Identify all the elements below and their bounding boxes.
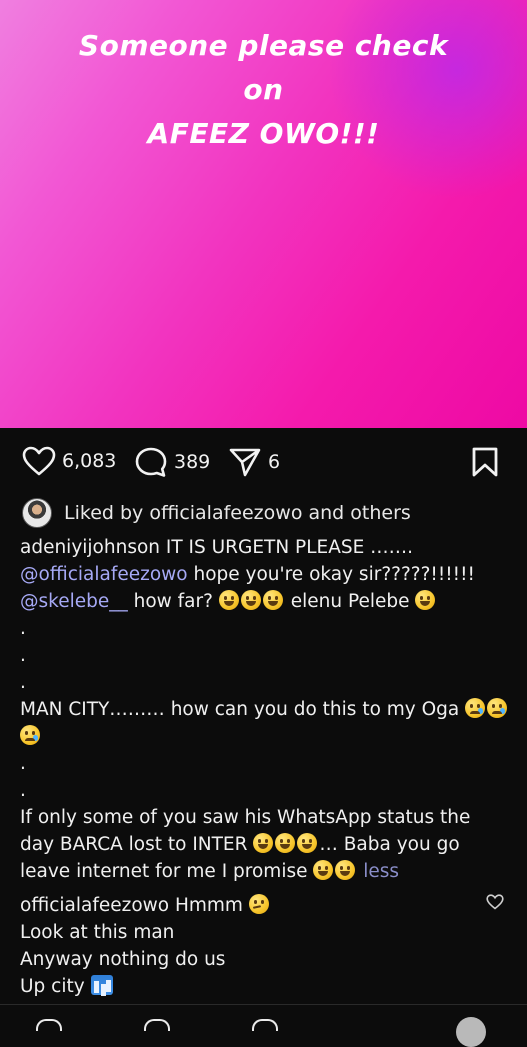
caption-line: day BARCA lost to INTER … Baba you go — [20, 831, 510, 858]
share-icon — [229, 448, 261, 477]
like-button[interactable]: 6,083 — [22, 446, 116, 476]
grinning-face-emoji — [297, 833, 318, 853]
search-icon[interactable] — [144, 1019, 170, 1031]
comment-username[interactable]: officialafeezowo — [20, 895, 169, 916]
comment-like-button[interactable] — [486, 894, 504, 914]
mention-link[interactable]: @skelebe__ — [20, 591, 128, 612]
like-count[interactable]: 6,083 — [62, 450, 116, 472]
comment-line: Anyway nothing do us — [20, 949, 226, 970]
comment-button[interactable]: 389 — [134, 446, 210, 478]
share-count[interactable]: 6 — [268, 451, 280, 473]
crying-face-emoji — [487, 698, 508, 718]
caption-line: MAN CITY……… how can you do this to my Og… — [20, 696, 510, 723]
post-caption: adeniyijohnson IT IS URGETN PLEASE ……. @… — [20, 534, 510, 885]
caption-text: … Baba you go — [319, 834, 460, 855]
comment-text: Up city — [20, 976, 85, 997]
less-link[interactable]: less — [363, 861, 399, 882]
post-image[interactable]: Someone please check on AFEEZ OWO!!! — [0, 0, 527, 428]
caption-line: @skelebe__ how far? elenu Pelebe — [20, 588, 510, 615]
caption-dot: . — [20, 753, 26, 774]
caption-line: leave internet for me I promise less — [20, 858, 510, 885]
save-button[interactable] — [470, 446, 500, 482]
comment-item: officialafeezowo Hmmm Look at this man A… — [20, 892, 490, 1000]
bottom-nav — [0, 1004, 527, 1047]
caption-text: MAN CITY……… how can you do this to my Og… — [20, 699, 460, 720]
grinning-face-emoji — [335, 860, 356, 880]
heart-icon — [22, 446, 56, 476]
caption-line: adeniyijohnson IT IS URGETN PLEASE ……. — [20, 534, 510, 561]
action-bar: 6,083 389 6 — [0, 428, 527, 496]
grinning-face-emoji — [415, 590, 436, 610]
liked-by-row[interactable]: Liked by officialafeezowo and others — [22, 498, 411, 528]
comment-count[interactable]: 389 — [174, 451, 210, 473]
post-text-line: on — [243, 73, 284, 106]
caption-dot: . — [20, 618, 26, 639]
post-text-overlay: Someone please check on AFEEZ OWO!!! — [0, 24, 527, 156]
reels-icon[interactable] — [252, 1019, 278, 1031]
caption-username[interactable]: adeniyijohnson — [20, 537, 160, 558]
avatar[interactable] — [22, 498, 52, 528]
caption-dot: . — [20, 780, 26, 801]
caption-text: how far? — [127, 591, 213, 612]
caption-line: If only some of you saw his WhatsApp sta… — [20, 807, 471, 828]
crying-face-emoji — [20, 725, 40, 745]
caption-text: day BARCA lost to INTER — [20, 834, 248, 855]
share-button[interactable]: 6 — [228, 446, 280, 478]
comment-line: Look at this man — [20, 922, 175, 943]
thinking-face-emoji — [248, 894, 269, 914]
grinning-face-emoji — [262, 590, 283, 610]
grinning-face-emoji — [218, 590, 239, 610]
bookmark-icon — [472, 447, 498, 477]
liked-by-text[interactable]: Liked by officialafeezowo and others — [64, 502, 411, 524]
heart-outline-icon — [486, 894, 504, 910]
caption-text: leave internet for me I promise — [20, 861, 308, 882]
grinning-face-emoji — [275, 833, 296, 853]
mention-link[interactable]: @officialafeezowo — [20, 564, 188, 585]
caption-line — [20, 723, 510, 750]
comment-icon — [135, 447, 167, 477]
caption-dot: . — [20, 672, 26, 693]
grinning-face-emoji — [240, 590, 261, 610]
cityscape-emoji — [90, 975, 113, 995]
grinning-face-emoji — [253, 833, 274, 853]
post-text-line: Someone please check — [78, 29, 449, 62]
caption-text: hope you're okay sir?????!!!!!! — [187, 564, 475, 585]
comment-line: Up city — [20, 973, 490, 1000]
profile-avatar[interactable] — [456, 1017, 486, 1047]
crying-face-emoji — [465, 698, 486, 718]
comment-line: officialafeezowo Hmmm — [20, 892, 490, 919]
grinning-face-emoji — [313, 860, 334, 880]
caption-text: IT IS URGETN PLEASE ……. — [160, 537, 414, 558]
comment-text: Hmmm — [169, 895, 243, 916]
caption-text: elenu Pelebe — [284, 591, 410, 612]
caption-line: @officialafeezowo hope you're okay sir??… — [20, 561, 510, 588]
caption-dot: . — [20, 645, 26, 666]
post-text-line: AFEEZ OWO!!! — [147, 117, 380, 150]
home-icon[interactable] — [36, 1019, 62, 1031]
